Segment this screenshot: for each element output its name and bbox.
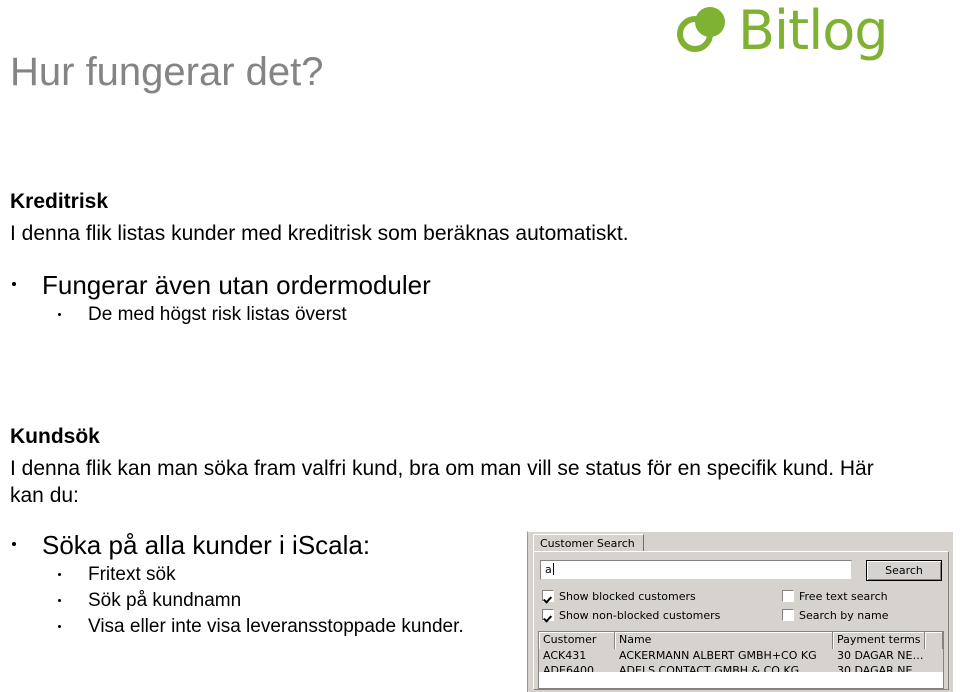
section-heading: Kundsök (10, 425, 100, 448)
bullet-dot-icon (58, 573, 61, 576)
cell-customer: ACK431 (543, 649, 587, 662)
cell-customer: ADE6400 (543, 664, 594, 672)
search-options: Show blocked customers Show non-blocked … (540, 588, 942, 626)
tab-strip: Customer Search (528, 532, 953, 552)
checkbox-free-text-search[interactable]: Free text search (782, 588, 888, 605)
bullet-text: Söka på alla kunder i iScala: (42, 530, 371, 560)
search-button[interactable]: Search (866, 560, 942, 581)
page-title: Hur fungerar det? (10, 50, 324, 94)
cell-spacer (925, 649, 943, 664)
bullet-text: Fungerar även utan ordermoduler (42, 270, 431, 300)
search-input-value: a (545, 563, 552, 576)
bullet-item: De med högst risk listas överst (0, 302, 700, 328)
section-paragraph: I denna flik kan man söka fram valfri ku… (10, 457, 874, 507)
bullet-item: Fritext sök (0, 562, 520, 588)
section-paragraph: I denna flik listas kunder med kreditris… (10, 222, 629, 245)
search-row: a Search (540, 560, 942, 581)
checkbox-label: Show blocked customers (559, 590, 696, 603)
cell-spacer (925, 664, 943, 672)
cell-payment-terms: 30 DAGAR NE (837, 664, 913, 672)
bullet-text: De med högst risk listas överst (88, 304, 347, 325)
section-kreditrisk: Kreditrisk I denna flik listas kunder me… (10, 188, 940, 247)
customer-search-screenshot: Customer Search a Search Show blocked cu… (527, 531, 953, 692)
table-row[interactable]: ACK431 ACKERMANN ALBERT GMBH+CO KG 30 DA… (539, 649, 943, 664)
cell-payment-terms: 30 DAGAR NE… (837, 649, 924, 662)
bullet-item: Visa eller inte visa leveransstoppade ku… (0, 614, 520, 640)
bullet-text: Visa eller inte visa leveransstoppade ku… (88, 616, 464, 637)
bullet-dot-icon (58, 313, 61, 316)
text-caret (552, 563, 554, 575)
bullet-item: Söka på alla kunder i iScala: (0, 528, 520, 562)
brand-wordmark: Bitlog (738, 0, 889, 62)
bullet-text: Fritext sök (88, 564, 176, 585)
bitlog-ring-dot-icon (676, 5, 732, 57)
bullet-item: Fungerar även utan ordermoduler (0, 268, 700, 302)
checkbox-show-non-blocked-customers[interactable]: Show non-blocked customers (542, 607, 720, 624)
column-header-spacer[interactable] (925, 632, 943, 649)
column-header-name[interactable]: Name (615, 632, 833, 649)
checkbox-box-icon (782, 590, 794, 602)
checkbox-box-icon (542, 590, 554, 602)
bullet-dot-icon (12, 542, 16, 546)
bullet-dot-icon (12, 282, 16, 286)
customer-search-panel: a Search Show blocked customers Show non… (533, 551, 949, 690)
checkbox-box-icon (782, 609, 794, 621)
table-row[interactable]: ADE6400 ADELS CONTACT GMBH & CO KG 30 DA… (539, 664, 943, 672)
bullet-item: Sök på kundnamn (0, 588, 520, 614)
brand-logo: Bitlog (676, 0, 956, 62)
tab-customer-search[interactable]: Customer Search (533, 534, 644, 551)
column-header-customer[interactable]: Customer (539, 632, 615, 649)
customer-results-grid[interactable]: Customer Name Payment terms ACK431 ACKER… (538, 631, 944, 689)
bullet-text: Sök på kundnamn (88, 590, 242, 611)
section-kundsok: Kundsök I denna flik kan man söka fram v… (10, 423, 940, 509)
bullet-list-kreditrisk: Fungerar även utan ordermoduler De med h… (0, 268, 700, 328)
cell-name: ADELS CONTACT GMBH & CO KG (619, 664, 800, 672)
search-input[interactable]: a (540, 560, 852, 580)
grid-header-row: Customer Name Payment terms (539, 632, 943, 649)
checkbox-label: Free text search (799, 590, 888, 603)
bullet-dot-icon (58, 625, 61, 628)
section-heading: Kreditrisk (10, 190, 109, 213)
bullet-list-kundsok: Söka på alla kunder i iScala: Fritext sö… (0, 528, 520, 640)
cell-name: ACKERMANN ALBERT GMBH+CO KG (619, 649, 817, 662)
checkbox-box-icon (542, 609, 554, 621)
column-header-payment-terms[interactable]: Payment terms (833, 632, 925, 649)
checkbox-search-by-name[interactable]: Search by name (782, 607, 888, 624)
checkbox-show-blocked-customers[interactable]: Show blocked customers (542, 588, 696, 605)
checkbox-label: Show non-blocked customers (559, 609, 721, 622)
bullet-dot-icon (58, 599, 61, 602)
checkbox-label: Search by name (799, 609, 889, 622)
